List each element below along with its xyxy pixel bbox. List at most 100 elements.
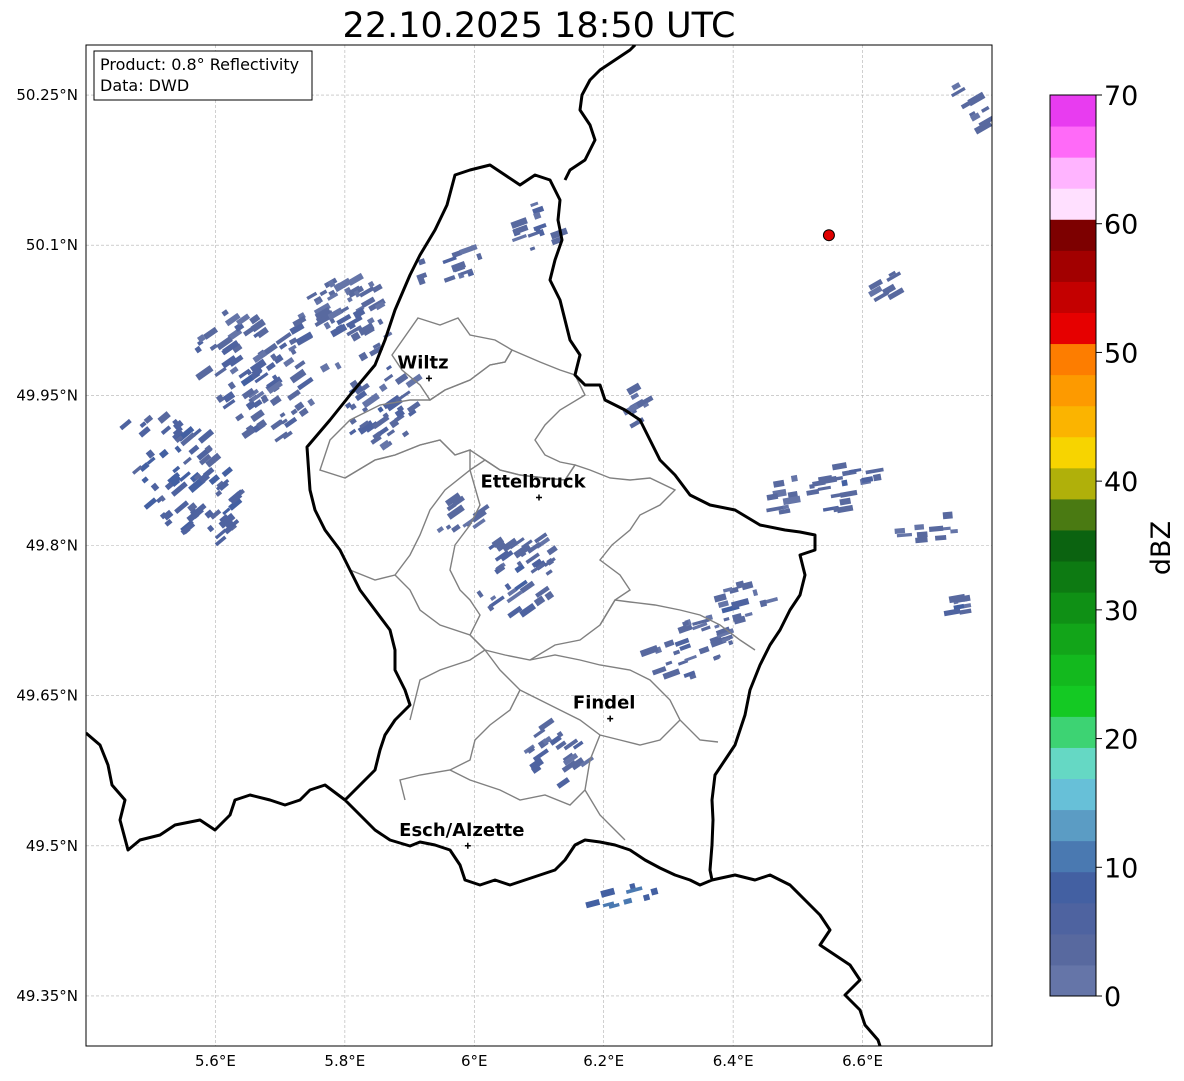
precip-cell — [194, 309, 316, 443]
precip-pixel — [511, 234, 527, 243]
precip-pixel — [556, 777, 570, 789]
precip-pixel — [367, 280, 375, 288]
lat-tick-label: 50.1°N — [26, 236, 78, 254]
colorbar-segment — [1050, 623, 1096, 655]
colorbar-segment — [1050, 716, 1096, 748]
precip-pixel — [504, 582, 512, 591]
precip-pixel — [270, 419, 283, 431]
precip-pixel — [717, 600, 729, 608]
lon-tick-label: 5.6°E — [195, 1052, 236, 1070]
precip-pixel — [684, 654, 697, 662]
colorbar-segment — [1050, 157, 1096, 189]
precip-pixel — [327, 307, 344, 321]
precip-pixel — [346, 296, 353, 303]
precip-pixel — [208, 474, 221, 486]
lon-tick-label: 6.6°E — [842, 1052, 883, 1070]
colorbar-tick-label: 60 — [1104, 210, 1138, 241]
info-box: Product: 0.8° Reflectivity Data: DWD — [93, 50, 313, 101]
precip-pixel — [623, 897, 633, 905]
precip-pixel — [215, 490, 223, 497]
precip-pixel — [782, 504, 790, 510]
radar-site-marker — [822, 229, 835, 242]
canton-border — [584, 734, 626, 841]
precip-pixel — [817, 485, 832, 492]
country-border-luxembourg — [305, 163, 817, 887]
precip-pixel — [377, 318, 384, 326]
precip-pixel — [289, 368, 307, 384]
precip-pixel — [530, 201, 539, 208]
precip-pixel — [178, 471, 191, 482]
colorbar-tick-label: 30 — [1104, 596, 1138, 627]
precip-pixel — [349, 428, 357, 436]
precip-pixel — [626, 382, 642, 396]
city-label: Findel — [573, 693, 636, 714]
colorbar-segment — [1050, 529, 1096, 562]
colorbar-segment — [1050, 747, 1096, 780]
canton-border — [449, 769, 586, 806]
precip-pixel — [221, 466, 233, 478]
precip-cell — [476, 532, 558, 619]
precip-pixel — [642, 893, 651, 902]
colorbar-segment — [1050, 219, 1096, 251]
precip-pixel — [723, 617, 730, 622]
precip-pixel — [445, 524, 452, 530]
precip-cell — [894, 511, 958, 544]
colorbar: 0 10 20 30 40 50 60 70 dBZ — [1049, 81, 1177, 1013]
country-border-germany-north — [563, 45, 637, 181]
precip-pixel — [195, 365, 214, 381]
precip-pixel — [172, 465, 181, 474]
precip-pixel — [275, 332, 292, 346]
precip-pixel — [227, 381, 236, 390]
colorbar-segment — [1050, 281, 1096, 313]
precip-pixel — [157, 411, 171, 424]
colorbar-segment — [1050, 561, 1096, 593]
precip-pixel — [533, 728, 546, 739]
precip-pixel — [546, 545, 558, 556]
precip-pixel — [385, 365, 393, 371]
precip-pixel — [538, 717, 555, 732]
canton-border — [344, 439, 471, 581]
precip-pixel — [544, 590, 555, 601]
info-data-source: Data: DWD — [100, 76, 189, 95]
precip-pixel — [459, 244, 478, 256]
precip-pixel — [203, 326, 219, 340]
lat-tick-label: 49.8°N — [26, 537, 78, 555]
precip-pixel — [663, 639, 675, 648]
precip-pixel — [278, 342, 288, 350]
precip-pixel — [451, 524, 461, 533]
colorbar-segment — [1050, 405, 1096, 438]
precip-pixel — [150, 482, 160, 492]
precip-pixel — [806, 488, 820, 496]
precip-pixel — [442, 256, 457, 265]
city-label: Esch/Alzette — [399, 820, 524, 841]
precip-pixel — [174, 445, 182, 453]
precip-pixel — [378, 383, 388, 393]
precip-pixel — [194, 345, 202, 354]
city-marker — [464, 842, 471, 849]
city-marker — [425, 375, 432, 382]
lat-tick-labels: 49.35°N 49.5°N 49.65°N 49.8°N 49.95°N 50.1°N 5… — [16, 86, 78, 1005]
precip-pixel — [790, 474, 798, 482]
colorbar-segment — [1050, 95, 1096, 127]
precip-pixel — [915, 536, 928, 544]
precip-pixel — [872, 473, 882, 482]
precip-pixel — [283, 357, 295, 368]
city-marker — [607, 715, 614, 722]
precip-pixel — [383, 373, 394, 382]
precip-pixel — [443, 274, 456, 283]
precip-pixel — [158, 448, 169, 459]
precip-cell — [766, 474, 801, 515]
canton-border — [399, 649, 521, 801]
precip-pixel — [782, 495, 801, 506]
city-label: Ettelbruck — [480, 471, 586, 492]
precip-pixel — [950, 529, 958, 534]
colorbar-tick-label: 70 — [1104, 81, 1138, 112]
precip-pixel — [928, 525, 944, 532]
precip-pixel — [752, 589, 759, 597]
precip-pixel — [160, 425, 172, 435]
precip-pixel — [182, 456, 192, 466]
precip-pixel — [639, 644, 659, 658]
precip-pixel — [839, 489, 858, 498]
precip-cell — [585, 882, 659, 909]
precip-pixel — [287, 389, 301, 401]
